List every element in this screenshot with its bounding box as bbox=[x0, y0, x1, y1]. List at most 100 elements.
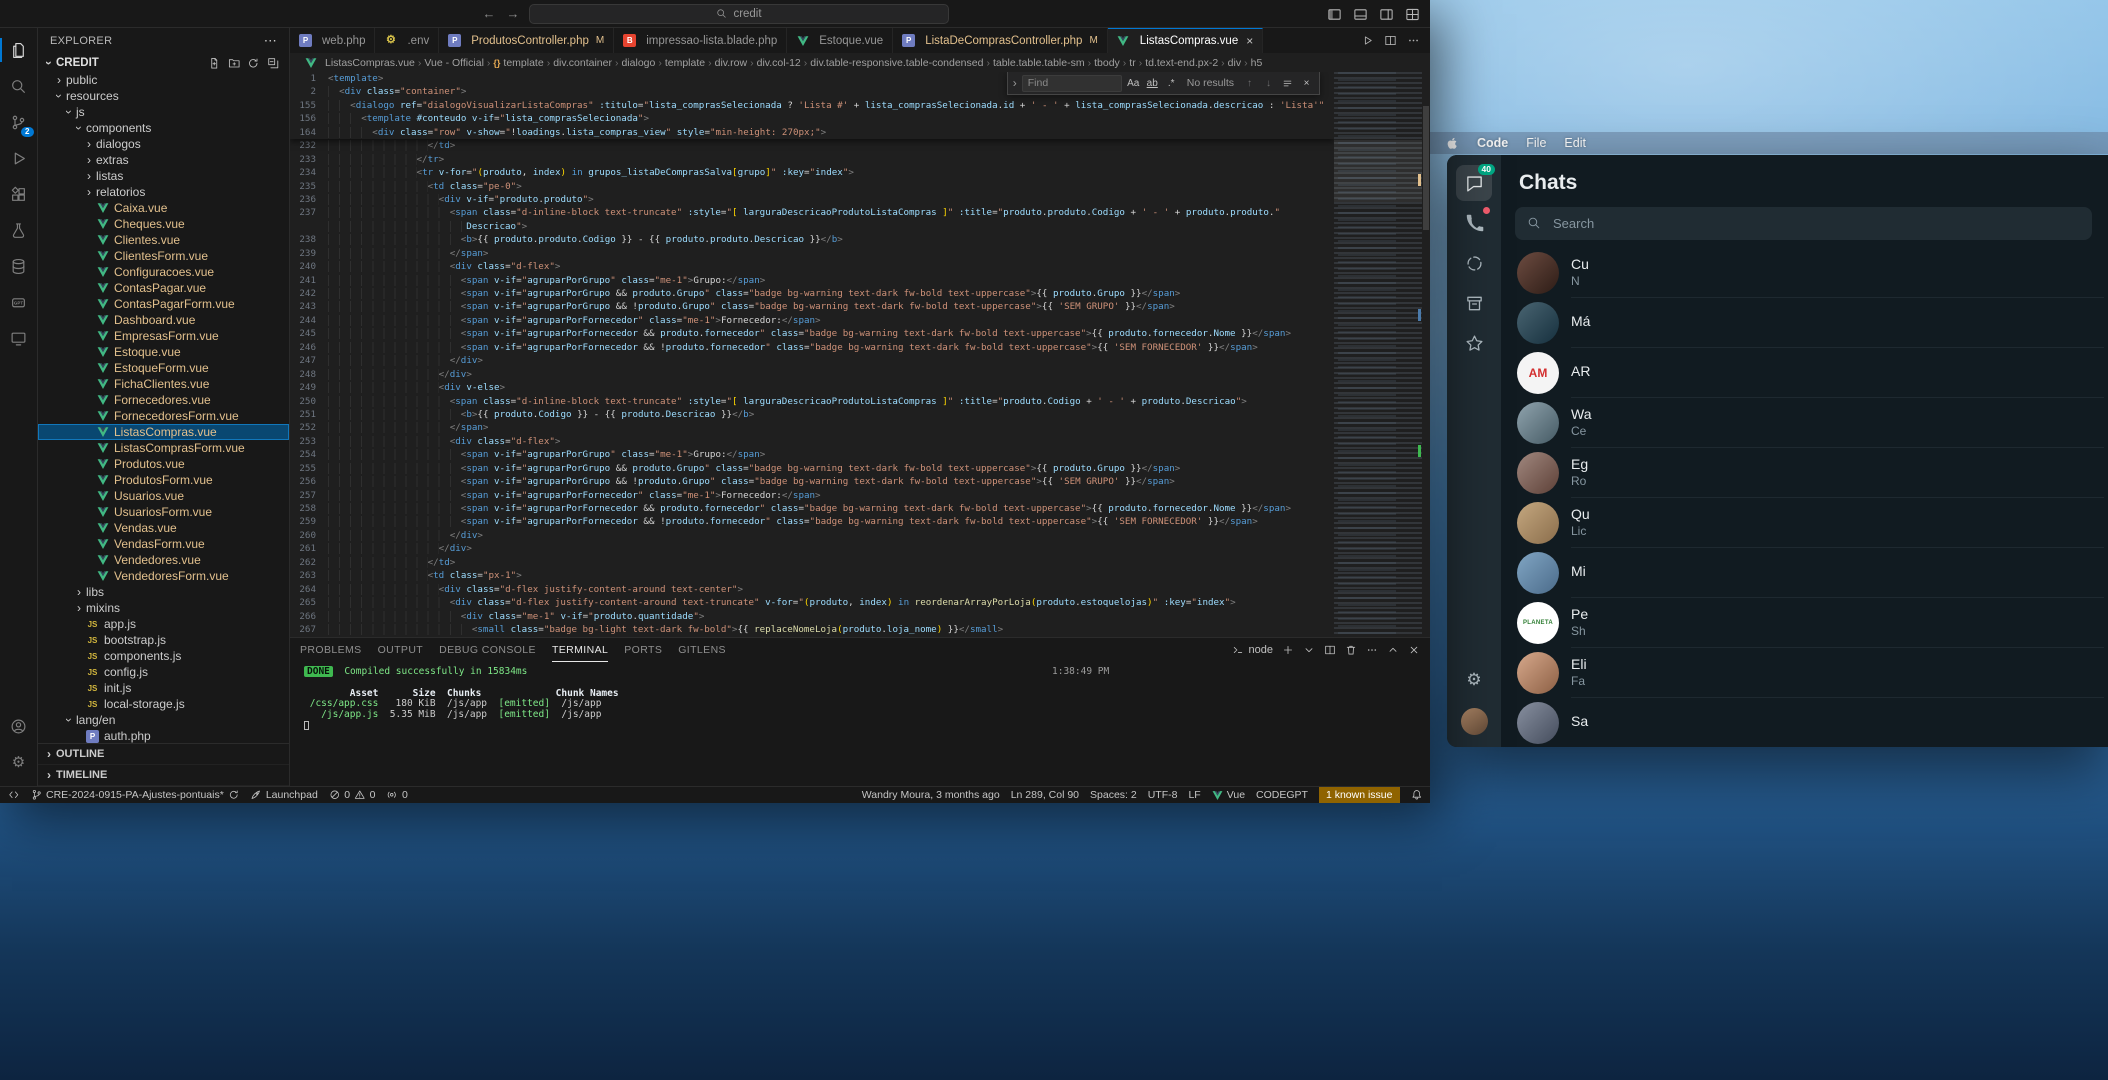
panel-tab-DEBUG CONSOLE[interactable]: DEBUG CONSOLE bbox=[439, 638, 536, 662]
match-case-toggle[interactable]: Aa bbox=[1126, 78, 1141, 89]
tree-item-mixins[interactable]: mixins bbox=[38, 600, 289, 616]
layout-left-toggle-icon[interactable] bbox=[1327, 7, 1342, 22]
tree-item-public[interactable]: public bbox=[38, 72, 289, 88]
menubar-file-menu[interactable]: File bbox=[1526, 136, 1546, 150]
tree-item-resources[interactable]: resources bbox=[38, 88, 289, 104]
tree-item-libs[interactable]: libs bbox=[38, 584, 289, 600]
tree-item-bootstrap.js[interactable]: JSbootstrap.js bbox=[38, 632, 289, 648]
activity-source-control-icon[interactable]: 2 bbox=[0, 104, 38, 140]
breadcrumb-div.col-12[interactable]: div.col-12 bbox=[757, 57, 801, 69]
tree-item-lang/en[interactable]: lang/en bbox=[38, 712, 289, 728]
tab-ListaDeComprasController.php[interactable]: PListaDeComprasController.phpM bbox=[893, 28, 1108, 53]
editor-scrollbar[interactable] bbox=[1422, 72, 1430, 637]
panel-tab-PORTS[interactable]: PORTS bbox=[624, 638, 662, 662]
chat-list-item[interactable]: PLANETAPeSh bbox=[1515, 598, 2108, 648]
outline-section-header[interactable]: OUTLINE bbox=[38, 744, 289, 765]
breadcrumb-h5[interactable]: h5 bbox=[1251, 57, 1263, 69]
tree-item-VendasForm.vue[interactable]: VendasForm.vue bbox=[38, 536, 289, 552]
tree-item-ContasPagarForm.vue[interactable]: ContasPagarForm.vue bbox=[38, 296, 289, 312]
editor-more-actions-button[interactable] bbox=[1407, 34, 1420, 47]
minimap[interactable] bbox=[1334, 72, 1422, 637]
tree-item-ClientesForm.vue[interactable]: ClientesForm.vue bbox=[38, 248, 289, 264]
tree-item-FornecedoresForm.vue[interactable]: FornecedoresForm.vue bbox=[38, 408, 289, 424]
tree-item-relatorios[interactable]: relatorios bbox=[38, 184, 289, 200]
activity-settings-icon[interactable]: ⚙ bbox=[0, 744, 38, 780]
tab-impressao-lista.blade.php[interactable]: Bimpressao-lista.blade.php bbox=[614, 28, 787, 53]
tree-item-Vendas.vue[interactable]: Vendas.vue bbox=[38, 520, 289, 536]
nav-forward-button[interactable]: → bbox=[505, 6, 521, 21]
chat-list-item[interactable]: EliFa bbox=[1515, 648, 2108, 698]
tree-item-Caixa.vue[interactable]: Caixa.vue bbox=[38, 200, 289, 216]
new-terminal-button[interactable] bbox=[1282, 644, 1294, 656]
chat-rail-starred-icon[interactable] bbox=[1456, 325, 1492, 361]
layout-bottom-toggle-icon[interactable] bbox=[1353, 7, 1368, 22]
tree-item-Clientes.vue[interactable]: Clientes.vue bbox=[38, 232, 289, 248]
breadcrumb-ListasCompras.vue[interactable]: ListasCompras.vue bbox=[304, 56, 415, 69]
sync-button[interactable] bbox=[247, 57, 260, 70]
tree-item-js[interactable]: js bbox=[38, 104, 289, 120]
tree-item-ContasPagar.vue[interactable]: ContasPagar.vue bbox=[38, 280, 289, 296]
tree-item-local-storage.js[interactable]: JSlocal-storage.js bbox=[38, 696, 289, 712]
tree-item-Cheques.vue[interactable]: Cheques.vue bbox=[38, 216, 289, 232]
nav-back-button[interactable]: ← bbox=[481, 6, 497, 21]
tree-item-components.js[interactable]: JScomponents.js bbox=[38, 648, 289, 664]
tree-item-ListasCompras.vue[interactable]: ListasCompras.vue bbox=[38, 424, 289, 440]
tree-item-EmpresasForm.vue[interactable]: EmpresasForm.vue bbox=[38, 328, 289, 344]
breadcrumb-div.table-responsive.table-condensed[interactable]: div.table-responsive.table-condensed bbox=[810, 57, 983, 69]
chat-list-item[interactable]: Mi bbox=[1515, 548, 2108, 598]
tree-item-config.js[interactable]: JSconfig.js bbox=[38, 664, 289, 680]
tree-item-components[interactable]: components bbox=[38, 120, 289, 136]
tree-item-Usuarios.vue[interactable]: Usuarios.vue bbox=[38, 488, 289, 504]
chat-search-input[interactable]: Search bbox=[1515, 207, 2092, 240]
breadcrumb-div.container[interactable]: div.container bbox=[553, 57, 612, 69]
new-folder-button[interactable] bbox=[228, 57, 241, 70]
find-previous-button[interactable]: ↑ bbox=[1242, 78, 1257, 89]
breadcrumb-td.text-end.px-2[interactable]: td.text-end.px-2 bbox=[1145, 57, 1218, 69]
breadcrumb-template[interactable]: template bbox=[665, 57, 705, 69]
chat-list-item[interactable]: AMAR bbox=[1515, 348, 2108, 398]
activity-codegpt-icon[interactable]: GPT bbox=[0, 284, 38, 320]
breadcrumb-tr[interactable]: tr bbox=[1129, 57, 1135, 69]
status-item-blame[interactable]: Wandry Moura, 3 months ago bbox=[862, 787, 1000, 803]
chat-list-item[interactable]: WaCe bbox=[1515, 398, 2108, 448]
explorer-more-actions-button[interactable]: ⋯ bbox=[264, 33, 277, 49]
tree-item-Dashboard.vue[interactable]: Dashboard.vue bbox=[38, 312, 289, 328]
tree-item-EstoqueForm.vue[interactable]: EstoqueForm.vue bbox=[38, 360, 289, 376]
status-item-problems[interactable]: 00 bbox=[329, 787, 376, 803]
tab-.env[interactable]: ⚙.env bbox=[375, 28, 439, 53]
code-editor[interactable]: 1<template>2 <div class="container">155 … bbox=[290, 72, 1430, 637]
breadcrumb-div[interactable]: div bbox=[1228, 57, 1241, 69]
breadcrumb-table.table.table-sm[interactable]: table.table.table-sm bbox=[993, 57, 1085, 69]
activity-database-icon[interactable] bbox=[0, 248, 38, 284]
activity-run-and-debug-icon[interactable] bbox=[0, 140, 38, 176]
whole-word-toggle[interactable]: ab bbox=[1145, 78, 1160, 89]
status-item-cursor-position[interactable]: Ln 289, Col 90 bbox=[1011, 787, 1079, 803]
apple-menu-icon[interactable] bbox=[1446, 137, 1459, 150]
find-expand-chevron[interactable]: › bbox=[1013, 76, 1017, 90]
status-item-encoding[interactable]: UTF-8 bbox=[1148, 787, 1178, 803]
activity-remote-explorer-icon[interactable] bbox=[0, 320, 38, 356]
breadcrumb-tbody[interactable]: tbody bbox=[1094, 57, 1120, 69]
tab-Estoque.vue[interactable]: Estoque.vue bbox=[787, 28, 893, 53]
chat-list-item[interactable]: QuLic bbox=[1515, 498, 2108, 548]
tab-web.php[interactable]: Pweb.php bbox=[290, 28, 375, 53]
collapse-all-button[interactable] bbox=[267, 57, 280, 70]
tree-item-Estoque.vue[interactable]: Estoque.vue bbox=[38, 344, 289, 360]
new-file-button[interactable] bbox=[208, 57, 221, 70]
regex-toggle[interactable]: .* bbox=[1164, 78, 1179, 89]
tree-item-ListasComprasForm.vue[interactable]: ListasComprasForm.vue bbox=[38, 440, 289, 456]
find-in-selection-button[interactable] bbox=[1280, 78, 1295, 89]
chat-rail-profile-icon[interactable] bbox=[1461, 708, 1488, 735]
activity-explorer-icon[interactable] bbox=[0, 32, 38, 68]
status-item-codegpt[interactable]: CODEGPT bbox=[1256, 787, 1308, 803]
command-center-search[interactable]: credit bbox=[529, 4, 949, 24]
close-panel-button[interactable] bbox=[1408, 644, 1420, 656]
status-item-remote[interactable] bbox=[8, 787, 20, 803]
tree-item-ProdutosForm.vue[interactable]: ProdutosForm.vue bbox=[38, 472, 289, 488]
find-next-button[interactable]: ↓ bbox=[1261, 78, 1276, 89]
split-editor-button[interactable] bbox=[1384, 34, 1397, 47]
status-item-eol[interactable]: LF bbox=[1188, 787, 1200, 803]
activity-extensions-icon[interactable] bbox=[0, 176, 38, 212]
tree-item-dialogos[interactable]: dialogos bbox=[38, 136, 289, 152]
breadcrumb-template[interactable]: {}template bbox=[493, 57, 543, 69]
